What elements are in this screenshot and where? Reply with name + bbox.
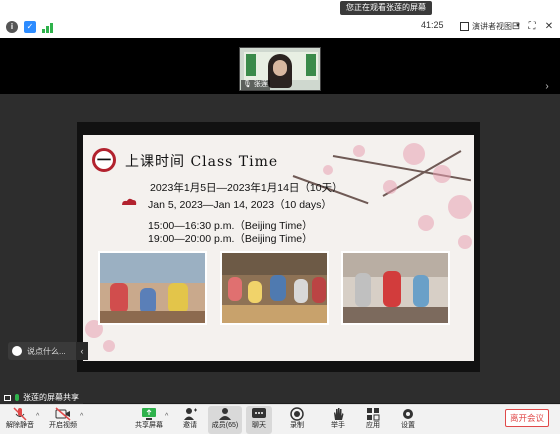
members-icon (219, 408, 231, 420)
mic-muted-icon (13, 407, 27, 421)
chat-button[interactable]: 聊天 (246, 406, 272, 434)
video-label: 开启视频 (49, 422, 77, 429)
caret-up-icon[interactable]: ^ (36, 413, 39, 420)
record-icon (290, 407, 304, 421)
class-photo-2 (220, 251, 329, 325)
settings-button[interactable]: 设置 (396, 406, 420, 434)
cloud-ornament-icon (122, 198, 137, 205)
caret-up-icon[interactable]: ^ (80, 413, 83, 420)
screen-share-label-text: 张莲的屏幕共享 (23, 393, 79, 402)
members-label: 成员(65) (211, 422, 239, 429)
apps-button[interactable]: 应用 (361, 406, 385, 434)
speaker-view-label: 演讲者视图 (472, 22, 512, 31)
date-english: Jan 5, 2023—Jan 14, 2023（10 days） (148, 199, 332, 211)
monitor-icon (4, 394, 11, 401)
minimize-icon[interactable]: ⊟ (509, 20, 523, 34)
signal-icon[interactable] (42, 21, 54, 33)
grid-icon (460, 22, 469, 31)
video-off-icon (55, 407, 71, 421)
record-label: 录制 (290, 422, 304, 429)
mic-icon: 🎙 (243, 81, 252, 88)
top-strip (0, 0, 560, 16)
viewing-banner: 您正在观看张莲的屏幕 (340, 1, 432, 15)
participant-face (273, 60, 287, 76)
invite-label: 邀请 (183, 422, 197, 429)
share-screen-icon (142, 408, 156, 420)
chevron-right-icon[interactable]: › (541, 81, 553, 93)
caret-up-icon[interactable]: ^ (165, 413, 168, 420)
share-screen-label: 共享屏幕 (135, 422, 163, 429)
video-button[interactable]: 开启视频 (46, 406, 80, 434)
leave-meeting-button[interactable]: 离开会议 (505, 409, 549, 427)
chevron-left-icon[interactable]: ‹ (76, 342, 88, 360)
meeting-timer: 41:25 (421, 20, 444, 30)
participant-name: 🎙 张莲 (241, 80, 270, 90)
chat-icon (252, 408, 266, 418)
unmute-label: 解除静音 (6, 422, 34, 429)
presentation-slide: 一 上课时间 Class Time 2023年1月5日—2023年1月14日（1… (83, 135, 474, 361)
meeting-toolbar: 解除静音 ^ 开启视频 ^ 共享屏幕 ^ 邀请 成员(65) 聊天 录制 举手 … (0, 404, 560, 434)
apps-icon (367, 408, 380, 421)
raise-hand-icon (334, 408, 344, 420)
meeting-titlebar: i ✓ 41:25 演讲者视图 ▼ ⊟ ⛶ ✕ (0, 16, 560, 38)
slide-title: 上课时间 Class Time (125, 154, 279, 170)
section-number-badge: 一 (92, 148, 116, 172)
unmute-button[interactable]: 解除静音 (4, 406, 36, 434)
class-photo-3 (341, 251, 450, 325)
chat-label: 聊天 (252, 422, 266, 429)
participant-name-text: 张莲 (253, 81, 268, 88)
info-icon[interactable]: i (6, 21, 18, 33)
screen-share-label: 张莲的屏幕共享 (0, 391, 83, 404)
date-chinese: 2023年1月5日—2023年1月14日（10天） (150, 182, 343, 194)
chat-placeholder: 说点什么... (27, 346, 66, 356)
invite-button[interactable]: 邀请 (178, 406, 202, 434)
shield-icon[interactable]: ✓ (24, 21, 36, 33)
members-button[interactable]: 成员(65) (208, 406, 242, 434)
close-icon[interactable]: ✕ (542, 20, 556, 34)
settings-label: 设置 (401, 422, 415, 429)
class-photo-1 (98, 251, 207, 325)
emoji-icon[interactable] (12, 346, 22, 356)
chat-input[interactable]: 说点什么... ‹ (8, 342, 88, 360)
time-slot-evening: 19:00—20:00 p.m.（Beijing Time） (148, 233, 313, 245)
raise-hand-label: 举手 (331, 422, 345, 429)
raise-hand-button[interactable]: 举手 (326, 406, 350, 434)
mic-icon (15, 394, 19, 401)
invite-icon (184, 408, 197, 420)
share-screen-button[interactable]: 共享屏幕 (134, 406, 164, 434)
gear-icon (403, 409, 413, 419)
record-button[interactable]: 录制 (285, 406, 309, 434)
apps-label: 应用 (366, 422, 380, 429)
fullscreen-icon[interactable]: ⛶ (525, 20, 539, 34)
